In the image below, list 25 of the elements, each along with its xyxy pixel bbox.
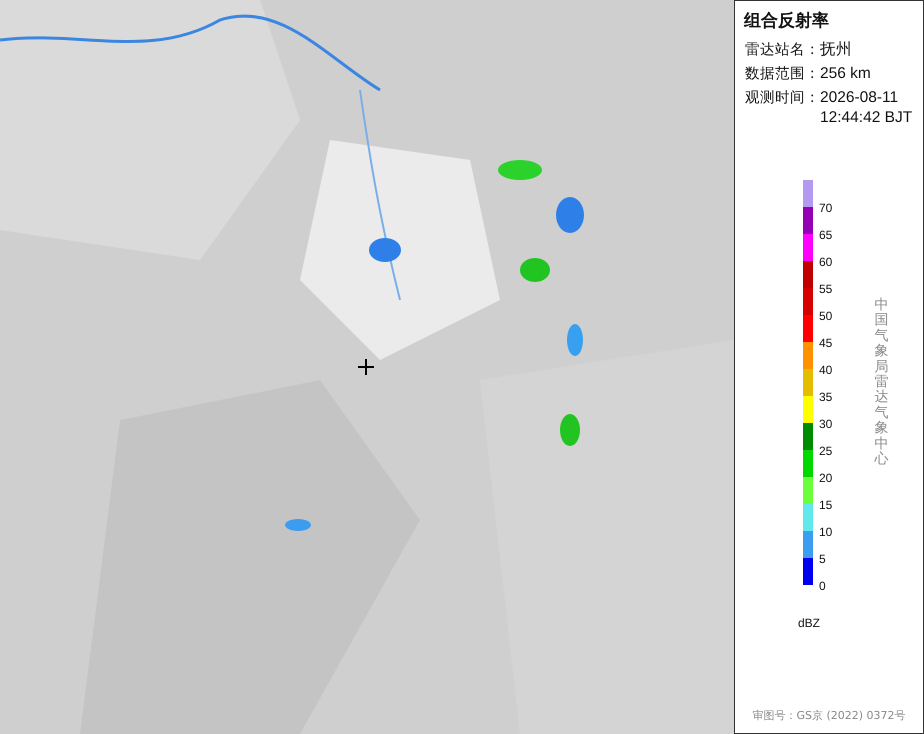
field-value: 2026-08-11 12:44:42 BJT (820, 88, 914, 128)
legend-label: 60 (819, 255, 832, 269)
legend-label: 45 (819, 336, 832, 350)
legend-label: 0 (819, 579, 826, 593)
legend-label: 25 (819, 444, 832, 458)
approval-number: 审图号：GS京 (2022) 0372号 (751, 708, 907, 723)
field-label: 数据范围： (745, 65, 820, 84)
legend-label: 50 (819, 309, 832, 323)
legend-label: 30 (819, 417, 832, 431)
legend-label: 15 (819, 498, 832, 512)
unit-label: dBZ (797, 615, 822, 630)
legend-label: 35 (819, 390, 832, 404)
field-label: 雷达站名： (745, 41, 820, 60)
legend-label: 55 (819, 282, 832, 296)
field-value: 256 km (820, 64, 872, 84)
legend-label: 5 (819, 552, 826, 566)
legend-label: 10 (819, 525, 832, 539)
legend-label: 65 (819, 228, 832, 242)
agency-label: 中国气象局雷达气象中心 (874, 298, 888, 469)
legend-label: 20 (819, 471, 832, 485)
field-value: 抚州 (820, 40, 853, 60)
legend-label: 70 (819, 201, 832, 215)
field-label: 观测时间： (745, 89, 820, 108)
legend-label: 40 (819, 363, 832, 377)
product-title: 组合反射率 (742, 10, 830, 32)
